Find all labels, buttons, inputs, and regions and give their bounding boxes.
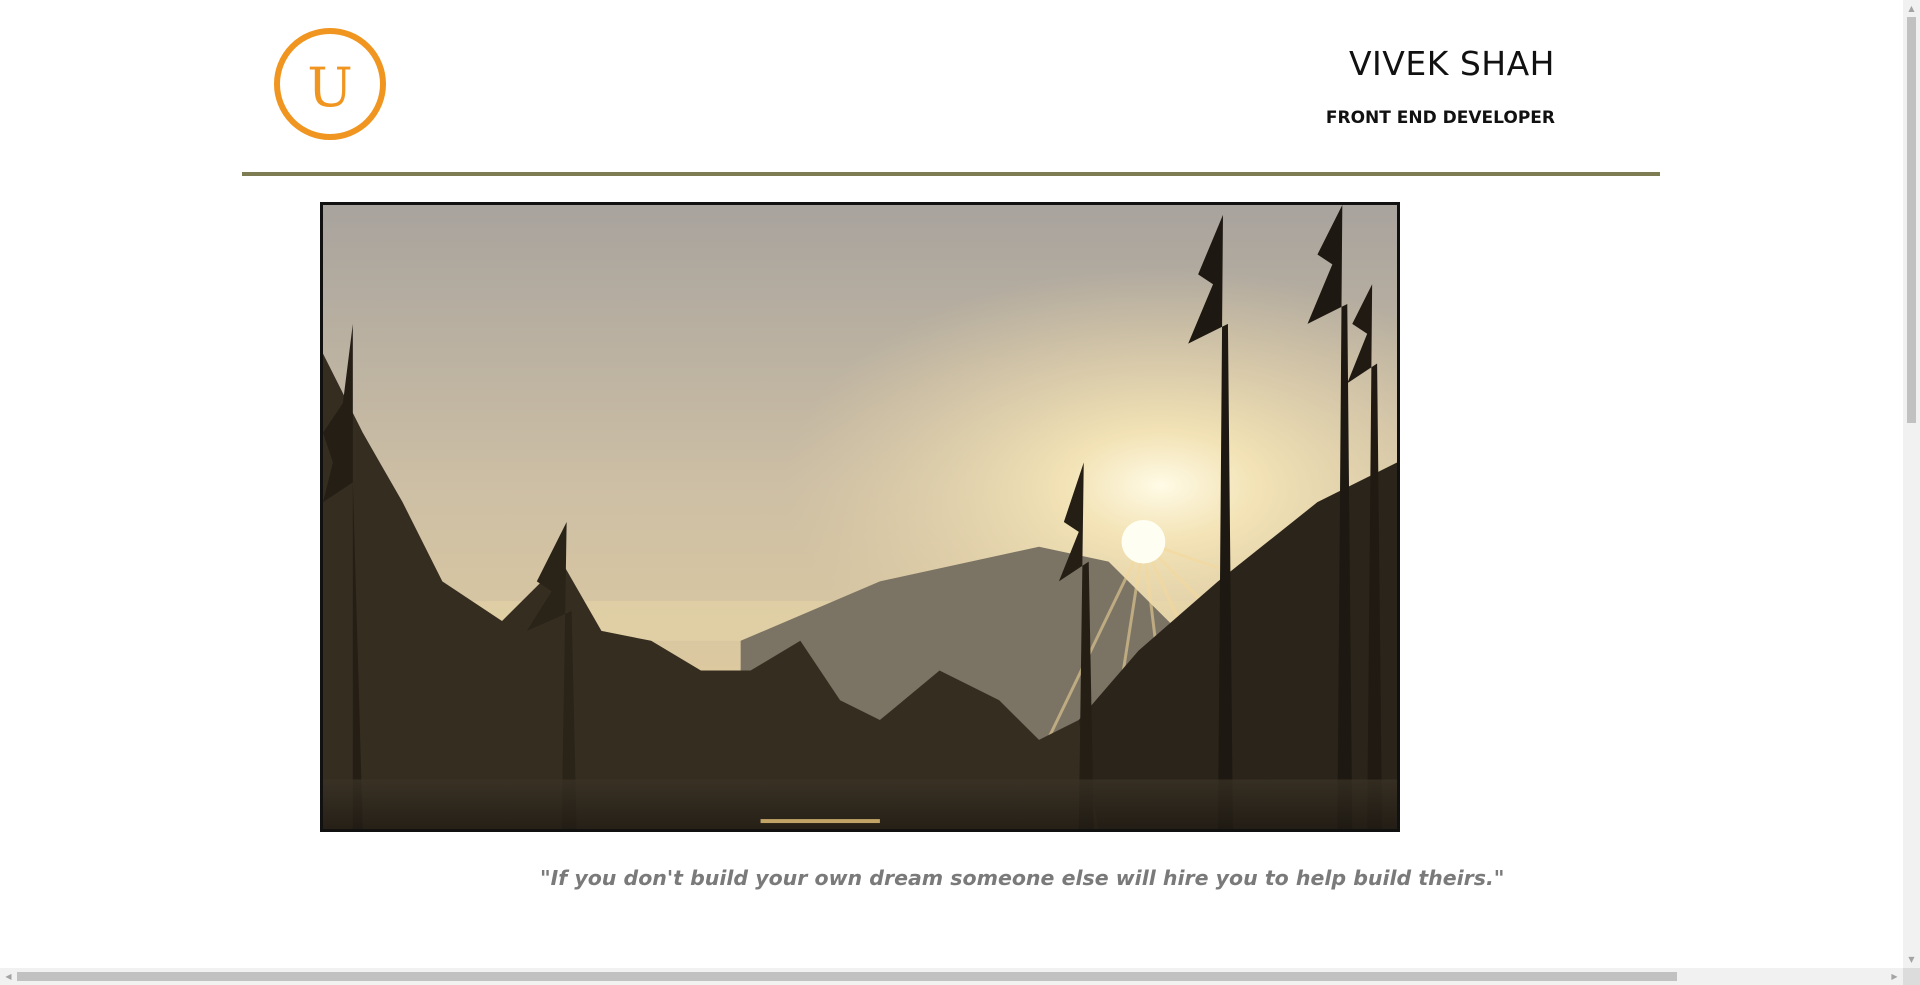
quote-text: "If you don't build your own dream someo… xyxy=(540,866,1505,890)
page: U VIVEK SHAH FRONT END DEVELOPER "If you… xyxy=(0,0,1920,985)
horizontal-scroll-thumb[interactable] xyxy=(17,972,1677,981)
logo-letter: U xyxy=(307,56,353,119)
scroll-right-arrow-icon[interactable]: ▶ xyxy=(1886,968,1903,985)
scroll-down-arrow-icon[interactable]: ▼ xyxy=(1903,951,1920,968)
site-owner-name: VIVEK SHAH xyxy=(1348,44,1555,83)
site-owner-role: FRONT END DEVELOPER xyxy=(1325,108,1555,128)
hero-image xyxy=(320,202,1400,832)
scroll-left-arrow-icon[interactable]: ◀ xyxy=(0,968,17,985)
scroll-up-arrow-icon[interactable]: ▲ xyxy=(1903,0,1920,17)
sunset-forest-illustration xyxy=(323,205,1397,829)
vertical-scroll-thumb[interactable] xyxy=(1907,17,1916,423)
horizontal-scrollbar[interactable]: ◀ ▶ xyxy=(0,968,1903,985)
scrollbar-corner xyxy=(1903,968,1920,985)
logo[interactable]: U xyxy=(274,28,386,140)
header-divider xyxy=(242,172,1660,176)
vertical-scrollbar[interactable]: ▲ ▼ xyxy=(1903,0,1920,968)
